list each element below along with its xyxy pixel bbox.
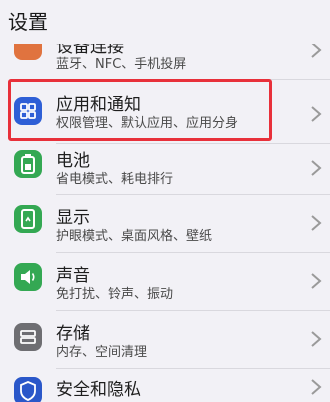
chevron-right-icon bbox=[311, 273, 322, 289]
chevron-right-icon bbox=[311, 160, 322, 176]
settings-item-security[interactable]: 安全和隐私 bbox=[0, 369, 330, 402]
item-subtitle: 免打扰、铃声、振动 bbox=[56, 287, 174, 302]
settings-item-apps[interactable]: 应用和通知 权限管理、默认应用、应用分身 bbox=[0, 80, 330, 148]
item-subtitle: 护眼模式、桌面风格、壁纸 bbox=[56, 229, 213, 244]
item-subtitle: 蓝牙、NFC、手机投屏 bbox=[56, 57, 187, 72]
battery-icon bbox=[14, 150, 42, 178]
chevron-right-icon bbox=[311, 379, 322, 395]
shield-icon bbox=[14, 377, 42, 402]
apps-grid-icon bbox=[14, 97, 42, 125]
page-title: 设置 bbox=[8, 10, 48, 34]
chevron-right-icon bbox=[311, 106, 322, 122]
item-subtitle: 权限管理、默认应用、应用分身 bbox=[56, 116, 239, 131]
item-subtitle: 省电模式、耗电排行 bbox=[56, 172, 174, 187]
storage-icon bbox=[14, 323, 42, 351]
display-icon bbox=[14, 205, 42, 233]
app-header: 设置 bbox=[0, 0, 330, 44]
chevron-right-icon bbox=[311, 331, 322, 347]
sound-icon bbox=[14, 263, 42, 291]
chevron-right-icon bbox=[311, 215, 322, 231]
item-subtitle: 内存、空间清理 bbox=[56, 345, 148, 360]
item-title: 安全和隐私 bbox=[56, 380, 141, 400]
